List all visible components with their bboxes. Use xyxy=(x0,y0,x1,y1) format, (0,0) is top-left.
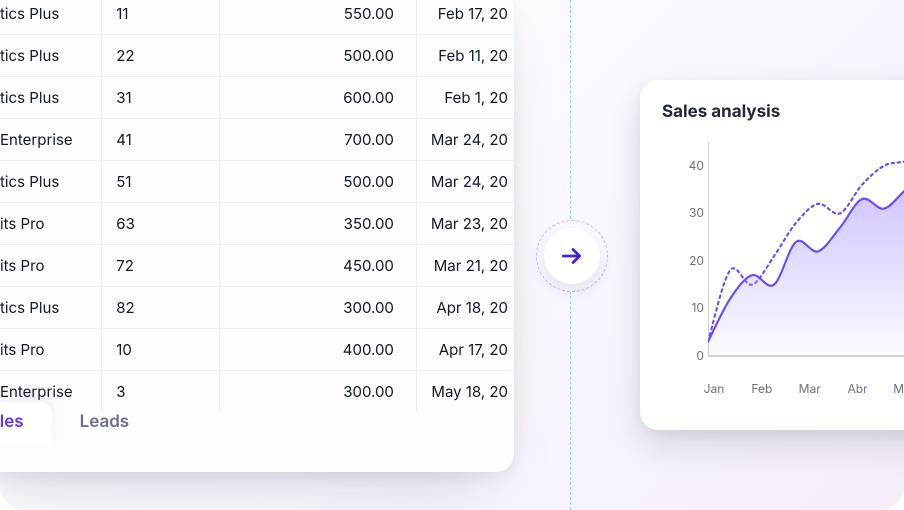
cell-date: Mar 21, 20 xyxy=(416,245,514,287)
chart-svg xyxy=(708,142,904,372)
table-row[interactable]: tics Plus31600.00Feb 1, 20 xyxy=(0,77,514,119)
tab-leads[interactable]: Leads xyxy=(52,402,158,444)
cell-product: tics Plus xyxy=(0,77,102,119)
cell-amount: 600.00 xyxy=(220,77,417,119)
cell-product: tics Plus xyxy=(0,0,102,35)
cell-qty: 31 xyxy=(102,77,220,119)
ytick: 30 xyxy=(674,205,704,220)
cell-date: Apr 17, 20 xyxy=(416,329,514,371)
cell-qty: 63 xyxy=(102,203,220,245)
table-row[interactable]: tics Plus51500.00Mar 24, 20 xyxy=(0,161,514,203)
tab-sales[interactable]: ales xyxy=(0,402,52,444)
xtick: Mar xyxy=(799,381,821,396)
cell-date: Feb 11, 20 xyxy=(416,35,514,77)
ytick: 40 xyxy=(674,158,704,173)
cell-qty: 72 xyxy=(102,245,220,287)
ytick: 20 xyxy=(674,253,704,268)
table-row[interactable]: tics Plus11550.00Feb 17, 20 xyxy=(0,0,514,35)
cell-qty: 41 xyxy=(102,119,220,161)
cell-product: tics Plus xyxy=(0,287,102,329)
cell-amount: 400.00 xyxy=(220,329,417,371)
table-panel: tics Plus11550.00Feb 17, 20tics Plus2250… xyxy=(0,0,514,472)
chart-title: Sales analysis xyxy=(662,102,904,122)
cell-qty: 82 xyxy=(102,287,220,329)
cell-amount: 450.00 xyxy=(220,245,417,287)
xtick: Abr xyxy=(847,381,867,396)
cell-qty: 11 xyxy=(102,0,220,35)
transform-arrow xyxy=(536,220,608,292)
table-row[interactable]: Enterprise41700.00Mar 24, 20 xyxy=(0,119,514,161)
cell-date: Mar 23, 20 xyxy=(416,203,514,245)
table-row[interactable]: tics Plus22500.00Feb 11, 20 xyxy=(0,35,514,77)
cell-product: Enterprise xyxy=(0,119,102,161)
series-area xyxy=(708,171,904,356)
cell-amount: 700.00 xyxy=(220,119,417,161)
table-row[interactable]: tics Plus82300.00Apr 18, 20 xyxy=(0,287,514,329)
chart-card: Sales analysis 0 10 20 30 40 Jan Feb Mar Abr May… xyxy=(640,80,904,430)
cell-product: its Pro xyxy=(0,245,102,287)
sales-table: tics Plus11550.00Feb 17, 20tics Plus2250… xyxy=(0,0,514,412)
cell-product: its Pro xyxy=(0,203,102,245)
cell-qty: 10 xyxy=(102,329,220,371)
arrow-right-icon xyxy=(544,228,600,284)
xtick: Feb xyxy=(751,381,772,396)
cell-product: its Pro xyxy=(0,329,102,371)
table-row[interactable]: its Pro72450.00Mar 21, 20 xyxy=(0,245,514,287)
cell-date: Mar 24, 20 xyxy=(416,161,514,203)
cell-qty: 51 xyxy=(102,161,220,203)
cell-qty: 22 xyxy=(102,35,220,77)
cell-date: Apr 18, 20 xyxy=(416,287,514,329)
xtick: May xyxy=(893,381,904,396)
xtick: Jan xyxy=(704,381,725,396)
cell-product: tics Plus xyxy=(0,161,102,203)
cell-amount: 500.00 xyxy=(220,35,417,77)
cell-amount: 500.00 xyxy=(220,161,417,203)
cell-amount: 550.00 xyxy=(220,0,417,35)
cell-date: Feb 17, 20 xyxy=(416,0,514,35)
table-row[interactable]: its Pro10400.00Apr 17, 20 xyxy=(0,329,514,371)
chart-area: 010203040 JanFebMarAbrMayJun xyxy=(660,136,904,396)
cell-date: Mar 24, 20 xyxy=(416,119,514,161)
cell-amount: 300.00 xyxy=(220,287,417,329)
table-row[interactable]: its Pro63350.00Mar 23, 20 xyxy=(0,203,514,245)
ytick: 0 xyxy=(674,348,704,363)
cell-product: tics Plus xyxy=(0,35,102,77)
tabs: ales Leads xyxy=(0,400,514,444)
cell-amount: 350.00 xyxy=(220,203,417,245)
ytick: 10 xyxy=(674,300,704,315)
stage: tics Plus11550.00Feb 17, 20tics Plus2250… xyxy=(0,0,904,510)
cell-date: Feb 1, 20 xyxy=(416,77,514,119)
